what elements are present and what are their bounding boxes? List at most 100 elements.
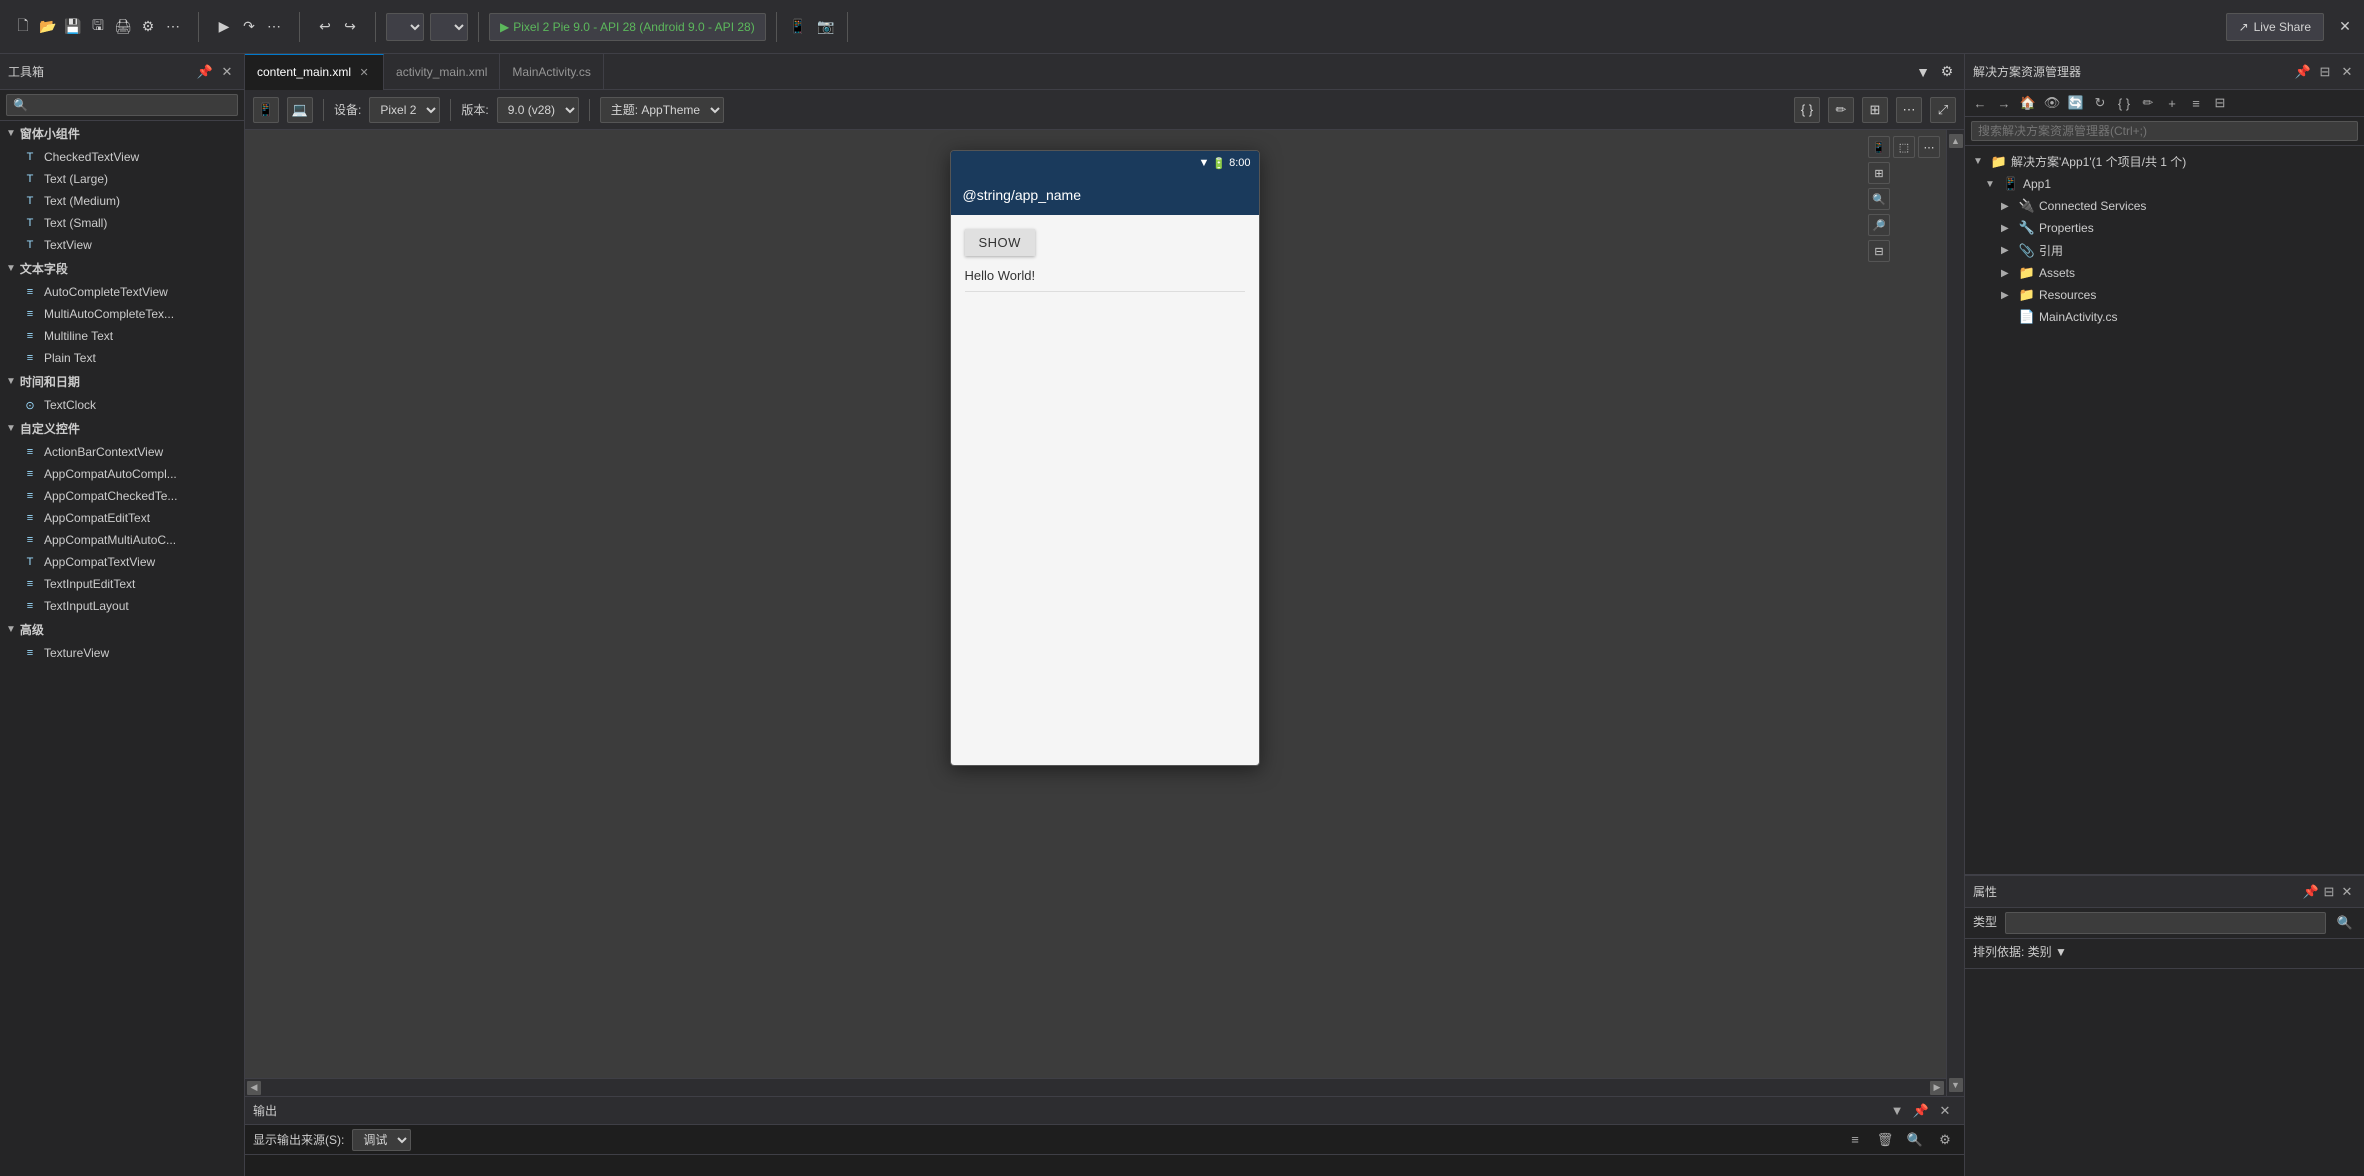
- prop-pin-icon[interactable]: 📌: [2302, 883, 2320, 901]
- output-collapse-btn[interactable]: ▼: [1886, 1100, 1908, 1122]
- theme-select[interactable]: 主题: AppTheme: [600, 97, 724, 123]
- print-icon[interactable]: 🖨: [112, 16, 134, 38]
- cpu-select[interactable]: Any CPU: [430, 13, 468, 41]
- split-view-btn[interactable]: ⋯: [1918, 136, 1940, 158]
- item-appcompat-checked[interactable]: ≡ AppCompatCheckedTe...: [0, 485, 244, 507]
- prop-close-icon[interactable]: ✕: [2338, 883, 2356, 901]
- redo2-icon[interactable]: ↪: [339, 16, 361, 38]
- group-textfields[interactable]: ▼ 文本字段: [0, 256, 244, 281]
- scroll-up-btn[interactable]: ▲: [1949, 134, 1963, 148]
- prop-search-btn[interactable]: 🔍: [2334, 912, 2356, 934]
- tree-connected-services[interactable]: ▶ 🔌 Connected Services: [1965, 195, 2364, 217]
- toolbox-close-icon[interactable]: ✕: [218, 63, 236, 81]
- open-icon[interactable]: 📂: [37, 16, 59, 38]
- more-icon[interactable]: ⋯: [162, 16, 184, 38]
- view-code-btn[interactable]: { }: [1794, 97, 1820, 123]
- save-all-icon[interactable]: 🖫: [87, 16, 109, 38]
- sol-home-btn[interactable]: 🏠: [2017, 92, 2039, 114]
- output-clear-btn[interactable]: 🗑: [1874, 1129, 1896, 1151]
- group-advanced[interactable]: ▼ 高级: [0, 617, 244, 642]
- tab-settings-icon[interactable]: ⚙: [1936, 61, 1958, 83]
- item-multiauto[interactable]: ≡ MultiAutoCompleteTex...: [0, 303, 244, 325]
- tab-content-main-close[interactable]: ✕: [357, 65, 371, 79]
- group-custom[interactable]: ▼ 自定义控件: [0, 416, 244, 441]
- tab-activity-main[interactable]: activity_main.xml: [384, 54, 500, 90]
- item-textinput-layout[interactable]: ≡ TextInputLayout: [0, 595, 244, 617]
- output-pin-btn[interactable]: 📌: [1910, 1100, 1932, 1122]
- sort-dropdown-icon[interactable]: ▼: [2055, 945, 2067, 959]
- phone-portrait-btn[interactable]: 📱: [1868, 136, 1890, 158]
- phone-view-btn[interactable]: 📱: [253, 97, 279, 123]
- tree-assets[interactable]: ▶ 📁 Assets: [1965, 262, 2364, 284]
- item-plaintext[interactable]: ≡ Plain Text: [0, 347, 244, 369]
- item-checkedtextview[interactable]: T CheckedTextView: [0, 146, 244, 168]
- tab-mainactivity[interactable]: MainActivity.cs: [500, 54, 603, 90]
- output-source-select[interactable]: 调试: [352, 1129, 411, 1151]
- settings-icon[interactable]: ⚙: [137, 16, 159, 38]
- more-btn[interactable]: ⋯: [1896, 97, 1922, 123]
- item-multiline[interactable]: ≡ Multiline Text: [0, 325, 244, 347]
- tablet-view-btn[interactable]: 💻: [287, 97, 313, 123]
- tree-resources[interactable]: ▶ 📁 Resources: [1965, 284, 2364, 306]
- tree-properties[interactable]: ▶ 🔧 Properties: [1965, 217, 2364, 239]
- run-icon[interactable]: ▶: [213, 16, 235, 38]
- tree-app1[interactable]: ▼ 📱 App1: [1965, 173, 2364, 195]
- tree-references[interactable]: ▶ 📎 引用: [1965, 239, 2364, 262]
- item-autocomplete[interactable]: ≡ AutoCompleteTextView: [0, 281, 244, 303]
- sol-filter-btn[interactable]: ≡: [2185, 92, 2207, 114]
- prop-pin2-icon[interactable]: ⊟: [2320, 883, 2338, 901]
- grid-btn[interactable]: ⊞: [1862, 97, 1888, 123]
- debug-select[interactable]: Debug: [386, 13, 424, 41]
- tab-content-main[interactable]: content_main.xml ✕: [245, 54, 384, 90]
- item-textclock[interactable]: ⊙ TextClock: [0, 394, 244, 416]
- device-select[interactable]: Pixel 2: [369, 97, 440, 123]
- zoom-reset-btn[interactable]: ⊟: [1868, 240, 1890, 262]
- sol-collapse-btn[interactable]: ⊟: [2209, 92, 2231, 114]
- screenshot-icon[interactable]: 📷: [815, 16, 837, 38]
- close-icon[interactable]: ✕: [2334, 16, 2356, 38]
- new-file-icon[interactable]: 🗋: [12, 16, 34, 38]
- scroll-left-btn[interactable]: ◀: [247, 1081, 261, 1095]
- output-filter-btn[interactable]: ≡: [1844, 1129, 1866, 1151]
- item-textinput-edit[interactable]: ≡ TextInputEditText: [0, 573, 244, 595]
- item-appcompat-tv[interactable]: T AppCompatTextView: [0, 551, 244, 573]
- item-text-medium[interactable]: T Text (Medium): [0, 190, 244, 212]
- pin-icon[interactable]: 📌: [196, 63, 214, 81]
- sol-search-input[interactable]: [1971, 121, 2358, 141]
- prop-type-search[interactable]: [2005, 912, 2326, 934]
- sol-back-btn[interactable]: ←: [1969, 92, 1991, 114]
- item-textureview[interactable]: ≡ TextureView: [0, 642, 244, 664]
- output-settings-btn[interactable]: ⚙: [1934, 1129, 1956, 1151]
- scroll-down-btn[interactable]: ▼: [1949, 1078, 1963, 1092]
- expand-btn[interactable]: ⤢: [1930, 97, 1956, 123]
- sol-view-btn[interactable]: 👁: [2041, 92, 2063, 114]
- zoom-in-btn[interactable]: 🔍: [1868, 188, 1890, 210]
- item-text-small[interactable]: T Text (Small): [0, 212, 244, 234]
- item-appcompat-multi[interactable]: ≡ AppCompatMultiAutoC...: [0, 529, 244, 551]
- pen-btn[interactable]: ✏: [1828, 97, 1854, 123]
- device-manager-icon[interactable]: 📱: [787, 16, 809, 38]
- live-share-button[interactable]: ↗ Live Share: [2226, 13, 2324, 41]
- output-close-btn[interactable]: ✕: [1934, 1100, 1956, 1122]
- item-textview[interactable]: T TextView: [0, 234, 244, 256]
- sol-refresh-btn[interactable]: ↻: [2089, 92, 2111, 114]
- group-datetime[interactable]: ▼ 时间和日期: [0, 369, 244, 394]
- zoom-out-minus-btn[interactable]: 🔎: [1868, 214, 1890, 236]
- output-search-btn[interactable]: 🔍: [1904, 1129, 1926, 1151]
- run-button[interactable]: ▶ Pixel 2 Pie 9.0 - API 28 (Android 9.0 …: [489, 13, 766, 41]
- group-widgets[interactable]: ▼ 窗体小组件: [0, 121, 244, 146]
- undo-icon[interactable]: ↩: [314, 16, 336, 38]
- sol-pin-icon[interactable]: 📌: [2294, 63, 2312, 81]
- sol-close-icon[interactable]: ✕: [2338, 63, 2356, 81]
- sol-forward-btn[interactable]: →: [1993, 92, 2015, 114]
- save-icon[interactable]: 💾: [62, 16, 84, 38]
- item-appcompat-auto[interactable]: ≡ AppCompatAutoCompl...: [0, 463, 244, 485]
- tree-solution-root[interactable]: ▼ 📁 解决方案'App1'(1 个项目/共 1 个): [1965, 150, 2364, 173]
- zoom-fit-btn[interactable]: ⊞: [1868, 162, 1890, 184]
- redo-icon[interactable]: ↷: [238, 16, 260, 38]
- scroll-right-btn[interactable]: ▶: [1930, 1081, 1944, 1095]
- sol-new-btn[interactable]: +: [2161, 92, 2183, 114]
- sol-designer-btn[interactable]: ✏: [2137, 92, 2159, 114]
- item-appcompat-edit[interactable]: ≡ AppCompatEditText: [0, 507, 244, 529]
- tab-dropdown-icon[interactable]: ▼: [1912, 61, 1934, 83]
